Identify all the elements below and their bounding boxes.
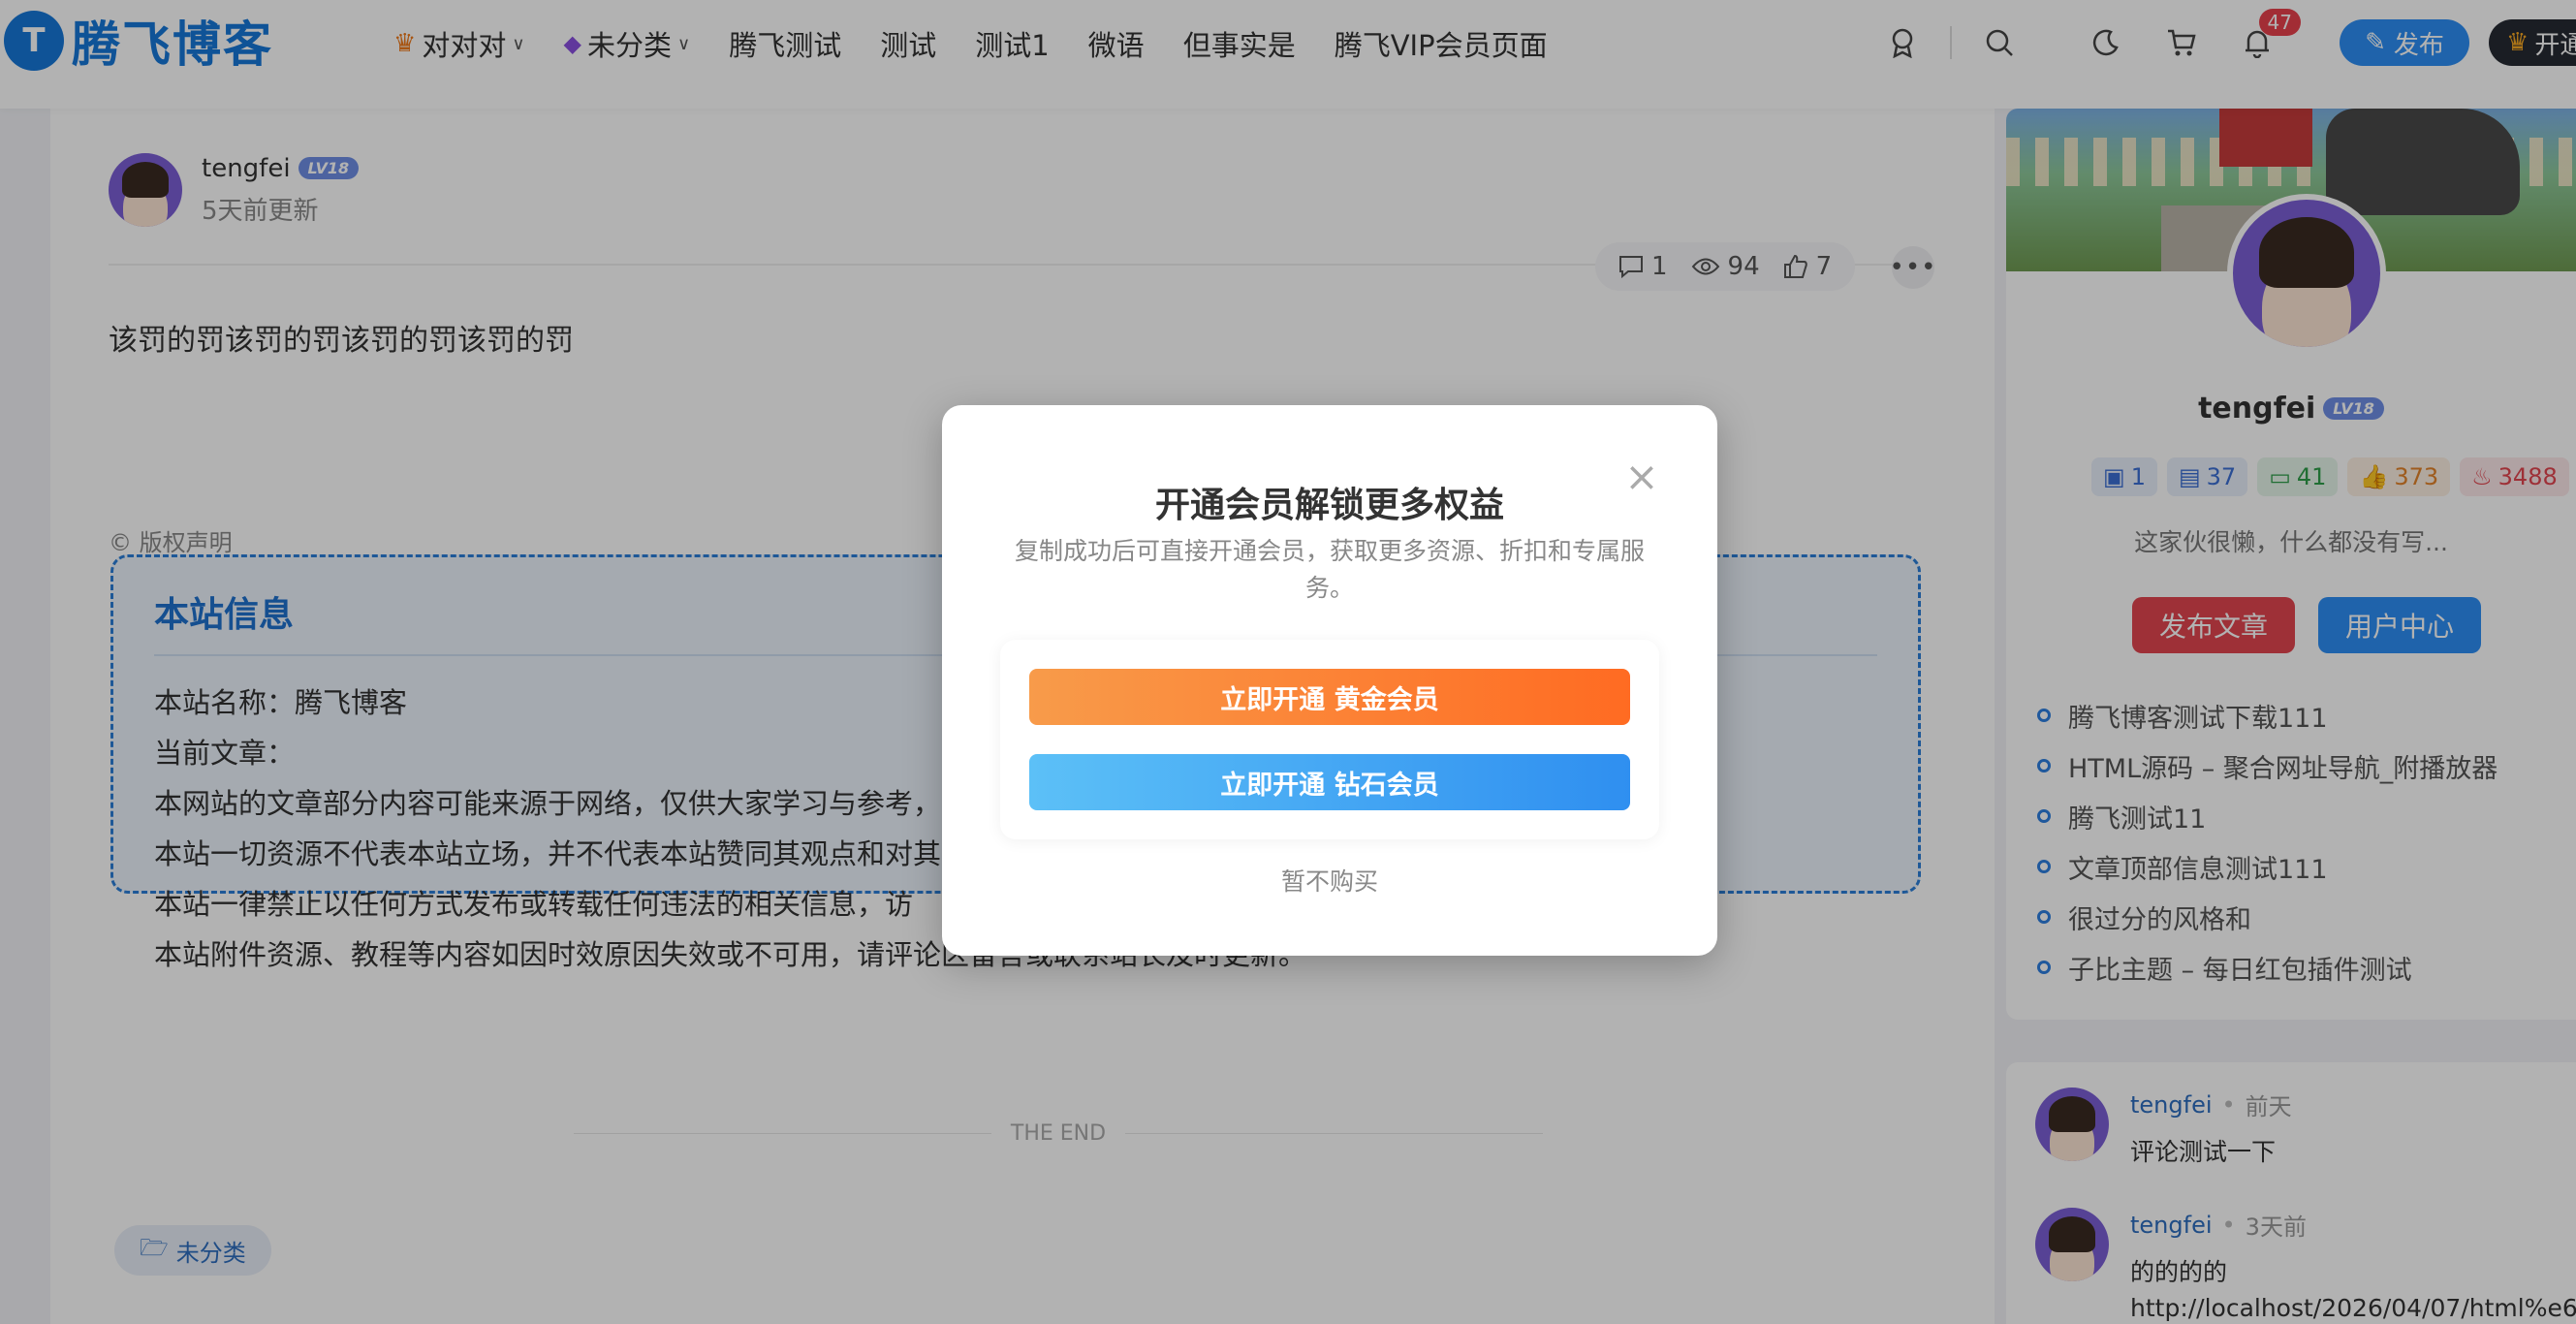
vip-modal: × 开通会员解锁更多权益 复制成功后可直接开通会员，获取更多资源、折扣和专属服务…	[942, 405, 1717, 956]
modal-title: 开通会员解锁更多权益	[1154, 486, 1504, 525]
gold-vip-button[interactable]: 立即开通 黄金会员	[1029, 669, 1630, 725]
vip-options-box: 立即开通 黄金会员 立即开通 钻石会员	[1000, 640, 1659, 839]
modal-subtitle: 复制成功后可直接开通会员，获取更多资源、折扣和专属服务。	[1014, 537, 1645, 602]
diamond-vip-button[interactable]: 立即开通 钻石会员	[1029, 754, 1630, 810]
skip-purchase-link[interactable]: 暂不购买	[942, 863, 1717, 898]
